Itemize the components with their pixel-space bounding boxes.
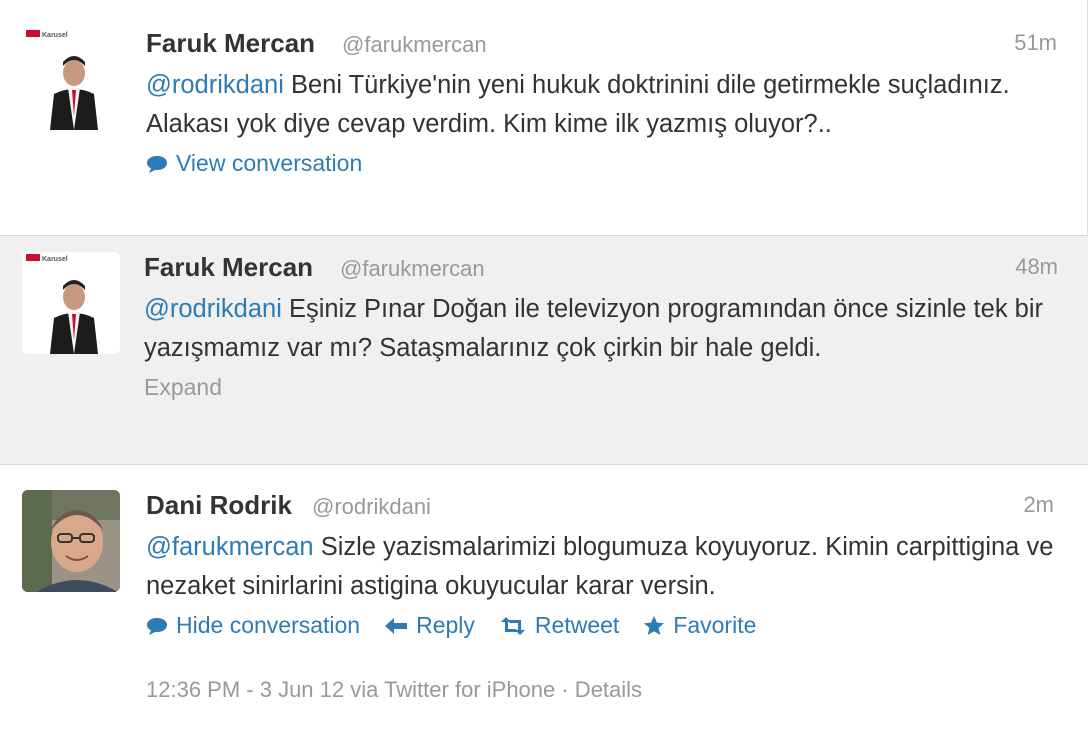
author-name[interactable]: Faruk Mercan — [144, 252, 313, 283]
mention-link[interactable]: @rodrikdani — [146, 71, 284, 99]
avatar-faruk-mercan[interactable]: Karusel — [22, 252, 120, 354]
tweet-timestamp[interactable]: 51m — [1014, 30, 1057, 56]
hide-conversation-label: Hide conversation — [176, 612, 361, 638]
author-name[interactable]: Dani Rodrik — [146, 490, 292, 521]
tweet-header: Faruk Mercan @farukmercan 51m — [146, 28, 1057, 62]
favorite-button[interactable]: Favorite — [643, 612, 756, 639]
reply-arrow-icon — [385, 617, 408, 634]
tweet-text: @farukmercan Sizle yazismalarimizi blogu… — [146, 528, 1058, 606]
avatar-image — [22, 490, 120, 592]
view-conversation-link[interactable]: View conversation — [146, 150, 362, 177]
tweet-timestamp[interactable]: 2m — [1023, 492, 1054, 518]
avatar-dani-rodrik[interactable] — [22, 490, 120, 592]
retweet-label: Retweet — [534, 612, 620, 638]
hide-conversation-link[interactable]: Hide conversation — [146, 612, 360, 639]
tweet-content: Dani Rodrik @rodrikdani 2m @farukmercan … — [146, 490, 1058, 703]
tweet-text: @rodrikdani Eşiniz Pınar Doğan ile telev… — [144, 290, 1058, 368]
avatar-image: Karusel — [22, 28, 120, 130]
tweet-2[interactable]: Karusel Faruk Mercan @farukmercan 48m @r… — [0, 235, 1088, 465]
author-handle[interactable]: @farukmercan — [340, 256, 485, 282]
tweet-3[interactable]: Dani Rodrik @rodrikdani 2m @farukmercan … — [0, 465, 1088, 729]
reply-label: Reply — [416, 612, 475, 638]
reply-button[interactable]: Reply — [384, 612, 475, 639]
tweet-header: Dani Rodrik @rodrikdani 2m — [146, 490, 1058, 524]
tweet-content: Faruk Mercan @farukmercan 51m @rodrikdan… — [146, 28, 1057, 177]
speech-bubble-icon — [147, 617, 167, 635]
avatar-logo-text: Karusel — [42, 32, 68, 39]
mention-link[interactable]: @rodrikdani — [144, 295, 282, 323]
retweet-button[interactable]: Retweet — [499, 612, 619, 639]
avatar-faruk-mercan[interactable]: Karusel — [22, 28, 120, 130]
tweet-timestamp[interactable]: 48m — [1015, 254, 1058, 280]
tweet-actions: View conversation — [146, 150, 1057, 177]
avatar-image: Karusel — [22, 252, 120, 354]
tweet-header: Faruk Mercan @farukmercan 48m — [144, 252, 1058, 286]
avatar-logo-text: Karusel — [42, 256, 68, 263]
favorite-label: Favorite — [673, 612, 757, 638]
retweet-icon — [500, 616, 525, 635]
view-conversation-label: View conversation — [176, 150, 363, 176]
tweet-actions: Hide conversation Reply Retweet Favorite — [146, 612, 1058, 639]
mention-link[interactable]: @farukmercan — [146, 533, 314, 561]
tweet-meta[interactable]: 12:36 PM - 3 Jun 12 via Twitter for iPho… — [146, 677, 1058, 703]
star-icon — [644, 615, 665, 635]
tweet-1[interactable]: Karusel Faruk Mercan @farukmercan 51m @r… — [0, 0, 1088, 235]
tweet-content: Faruk Mercan @farukmercan 48m @rodrikdan… — [144, 252, 1058, 401]
expand-link[interactable]: Expand — [144, 374, 1058, 401]
tweet-text: @rodrikdani Beni Türkiye'nin yeni hukuk … — [146, 66, 1057, 144]
author-handle[interactable]: @farukmercan — [342, 32, 487, 58]
author-name[interactable]: Faruk Mercan — [146, 28, 315, 59]
speech-bubble-icon — [147, 155, 167, 173]
author-handle[interactable]: @rodrikdani — [312, 494, 431, 520]
